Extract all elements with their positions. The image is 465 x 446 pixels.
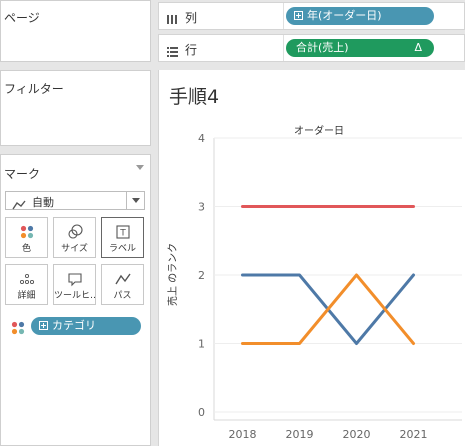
svg-text:T: T bbox=[119, 229, 126, 239]
marks-menu-chevron-icon[interactable] bbox=[136, 165, 144, 170]
marks-card: マーク 自動 色 サイズ T ラベル 詳細 ツールヒ… パス カテゴリ bbox=[0, 154, 151, 446]
x-tick-label: 2020 bbox=[343, 428, 371, 441]
y-tick-label: 0 bbox=[198, 406, 205, 419]
y-tick-label: 1 bbox=[198, 338, 205, 351]
year-order-date-pill[interactable]: 年(オーダー日) bbox=[286, 7, 434, 25]
x-tick-label: 2018 bbox=[229, 428, 257, 441]
path-icon bbox=[102, 270, 143, 288]
columns-pill-label: 年(オーダー日) bbox=[307, 9, 382, 22]
color-button-label: 色 bbox=[21, 244, 31, 254]
label-button[interactable]: T ラベル bbox=[101, 217, 144, 258]
columns-shelf[interactable]: 列 年(オーダー日) bbox=[158, 2, 465, 30]
rows-shelf-label: 行 bbox=[185, 43, 198, 57]
worksheet-view: 手順4 オーダー日 売上 のランク 0 1 2 3 4 2018 2019 2020 2021 bbox=[158, 70, 465, 446]
color-dots-icon bbox=[6, 223, 47, 241]
y-tick-label: 3 bbox=[198, 201, 205, 214]
label-button-label: ラベル bbox=[108, 244, 136, 254]
series-line[interactable] bbox=[241, 273, 415, 345]
line-chart[interactable]: 0 1 2 3 4 2018 2019 2020 2021 bbox=[159, 70, 465, 446]
chevron-down-icon[interactable] bbox=[126, 192, 144, 209]
detail-button-label: 詳細 bbox=[17, 291, 36, 301]
line-mark-icon bbox=[12, 195, 26, 214]
shelf-divider bbox=[283, 3, 284, 29]
expand-plus-icon[interactable] bbox=[294, 11, 303, 20]
expand-plus-icon[interactable] bbox=[39, 321, 48, 330]
category-pill-label: カテゴリ bbox=[52, 319, 96, 332]
pages-title: ページ bbox=[4, 11, 40, 25]
category-color-pill[interactable]: カテゴリ bbox=[31, 317, 141, 335]
size-icon bbox=[54, 223, 95, 241]
sum-sales-pill[interactable]: 合計(売上) Δ bbox=[286, 39, 434, 57]
y-tick-label: 4 bbox=[198, 132, 205, 145]
tooltip-button[interactable]: ツールヒ… bbox=[53, 264, 96, 305]
size-button[interactable]: サイズ bbox=[53, 217, 96, 258]
tooltip-button-label: ツールヒ… bbox=[54, 291, 95, 301]
tooltip-icon bbox=[54, 270, 95, 288]
rows-pill-label: 合計(売上) bbox=[296, 41, 349, 54]
shelf-divider bbox=[283, 35, 284, 61]
color-encoding-icon bbox=[11, 320, 25, 335]
rows-shelf[interactable]: 行 合計(売上) Δ bbox=[158, 34, 465, 62]
label-icon: T bbox=[102, 223, 143, 241]
filters-card[interactable]: フィルター bbox=[0, 70, 151, 146]
x-tick-label: 2019 bbox=[286, 428, 314, 441]
mark-type-dropdown[interactable]: 自動 bbox=[5, 191, 145, 210]
color-button[interactable]: 色 bbox=[5, 217, 48, 258]
columns-shelf-label: 列 bbox=[185, 11, 198, 25]
path-button[interactable]: パス bbox=[101, 264, 144, 305]
mark-type-label: 自動 bbox=[32, 196, 54, 209]
size-button-label: サイズ bbox=[61, 244, 88, 254]
table-calc-delta-icon: Δ bbox=[414, 41, 422, 54]
marks-title: マーク bbox=[4, 167, 41, 181]
columns-icon bbox=[166, 10, 178, 29]
path-button-label: パス bbox=[113, 291, 132, 301]
detail-button[interactable]: 詳細 bbox=[5, 264, 48, 305]
tableau-workspace: ページ フィルター マーク 自動 色 サイズ T ラベル 詳細 ツールヒ… パス… bbox=[0, 0, 465, 446]
rows-icon bbox=[166, 42, 179, 61]
y-tick-label: 2 bbox=[198, 269, 205, 282]
pages-card[interactable]: ページ bbox=[0, 0, 151, 62]
filters-title: フィルター bbox=[4, 82, 64, 96]
detail-dots-icon bbox=[6, 270, 47, 288]
x-tick-label: 2021 bbox=[400, 428, 428, 441]
